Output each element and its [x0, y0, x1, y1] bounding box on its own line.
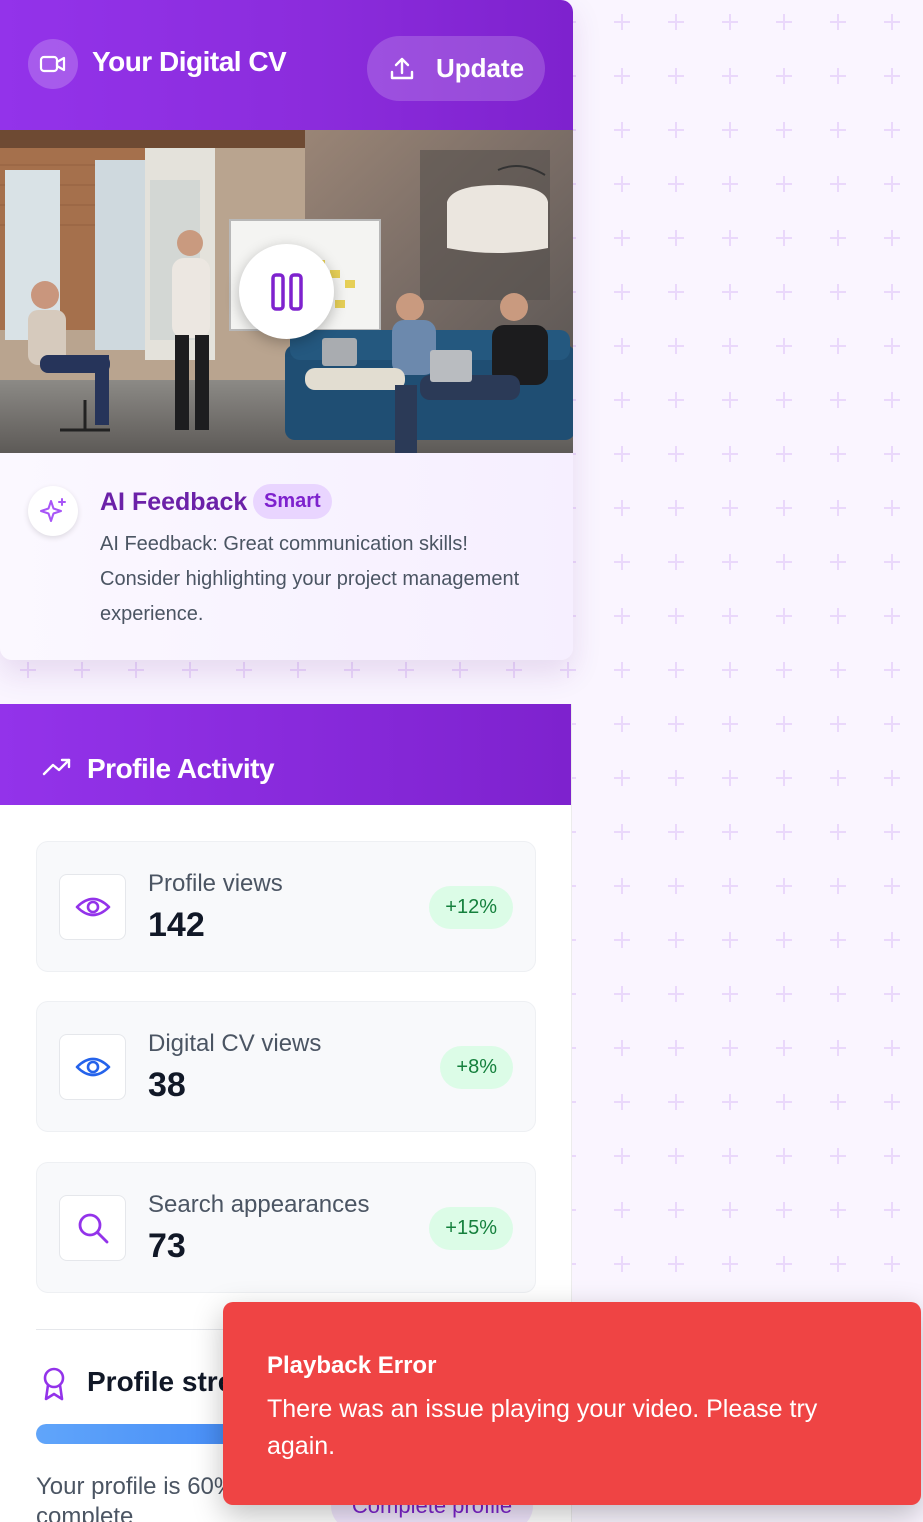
eye-icon: [59, 874, 126, 940]
stat-change-badge: +12%: [429, 886, 513, 929]
digital-cv-card: Your Digital CV Update AI Feedback Smart…: [0, 0, 573, 660]
stat-label: Search appearances: [148, 1191, 370, 1218]
profile-activity-title: Profile Activity: [87, 753, 275, 784]
ai-feedback-panel: AI Feedback Smart AI Feedback: Great com…: [0, 453, 573, 660]
sparkles-icon: [28, 486, 78, 536]
feedback-title: AI Feedback: [100, 488, 248, 516]
update-button[interactable]: Update: [367, 36, 545, 101]
stat-profile-views: Profile views 142 +12%: [36, 841, 536, 972]
smart-badge: Smart: [253, 484, 332, 519]
stat-value: 73: [148, 1227, 186, 1265]
stat-search-appearances: Search appearances 73 +15%: [36, 1162, 536, 1293]
page-title: Your Digital CV: [92, 46, 287, 77]
upload-icon: [390, 57, 414, 79]
trending-up-icon: [42, 758, 71, 776]
eye-icon: [59, 1034, 126, 1100]
stat-value: 38: [148, 1066, 186, 1104]
stat-digital-cv-views: Digital CV views 38 +8%: [36, 1001, 536, 1132]
playback-error-toast[interactable]: Playback Error There was an issue playin…: [223, 1302, 921, 1505]
pause-icon: [270, 272, 303, 311]
stat-change-badge: +15%: [429, 1207, 513, 1250]
award-icon: [43, 1367, 65, 1401]
feedback-text: AI Feedback: Great communication skills!…: [100, 533, 520, 625]
stat-label: Digital CV views: [148, 1030, 322, 1057]
video-camera-icon: [28, 39, 78, 89]
stat-value: 142: [148, 906, 205, 944]
update-button-label: Update: [435, 53, 525, 83]
pause-button[interactable]: [239, 244, 334, 339]
stat-change-badge: +8%: [440, 1046, 513, 1089]
profile-activity-header: Profile Activity: [0, 704, 571, 805]
cv-header: Your Digital CV Update: [0, 0, 573, 130]
stat-label: Profile views: [148, 870, 283, 897]
toast-title: Playback Error: [267, 1352, 437, 1379]
toast-message: There was an issue playing your video. P…: [267, 1395, 818, 1460]
search-icon: [59, 1195, 126, 1261]
